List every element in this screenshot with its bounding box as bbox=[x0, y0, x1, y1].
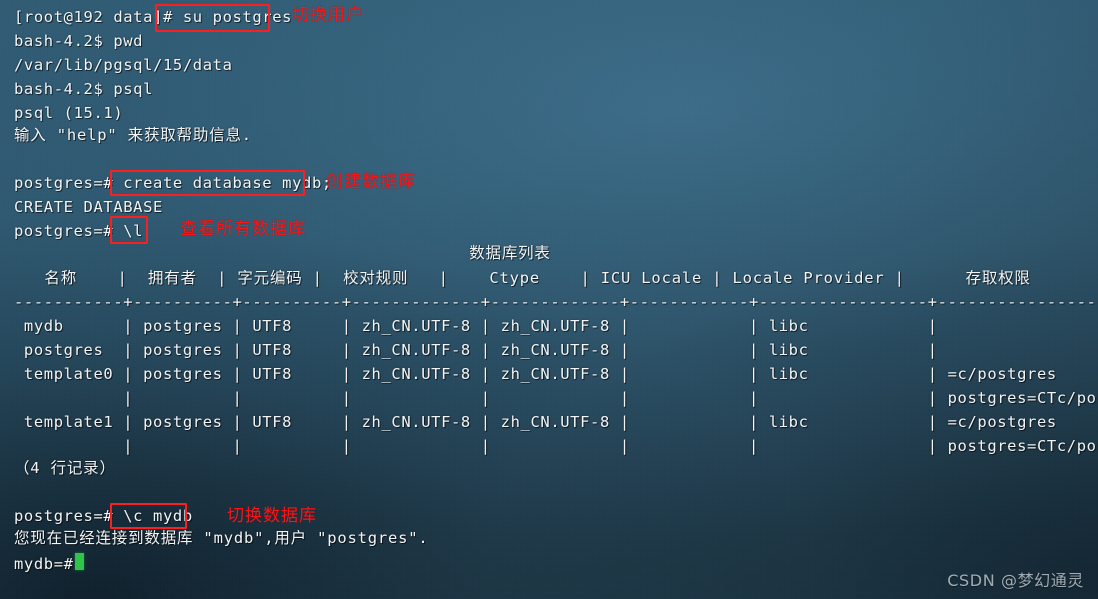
terminal-screenshot: [root@192 data]# su postgres bash-4.2$ p… bbox=[0, 0, 1098, 599]
table-row: postgres | postgres | UTF8 | zh_CN.UTF-8… bbox=[14, 341, 938, 359]
table-header-row: 名称 | 拥有者 | 字元编码 | 校对规则 | Ctype | ICU Loc… bbox=[14, 269, 1031, 287]
terminal-line: psql (15.1) bbox=[14, 104, 124, 122]
table-row: | | | | | | | postgres=CTc/postgres bbox=[14, 389, 1098, 407]
table-row: mydb | postgres | UTF8 | zh_CN.UTF-8 | z… bbox=[14, 317, 938, 335]
table-separator-row: -----------+----------+----------+------… bbox=[14, 293, 1098, 311]
terminal-output-area[interactable]: [root@192 data]# su postgres bash-4.2$ p… bbox=[0, 0, 1098, 599]
table-row: template0 | postgres | UTF8 | zh_CN.UTF-… bbox=[14, 365, 1098, 383]
annotation-list-databases: 查看所有数据库 bbox=[180, 219, 306, 239]
terminal-line: [root@192 data]# su postgres bbox=[14, 8, 293, 26]
table-title: 数据库列表 bbox=[469, 244, 551, 262]
annotation-switch-user: 切换用户 bbox=[292, 5, 364, 25]
table-row: | | | | | | | postgres=CTc/postgres bbox=[14, 437, 1098, 455]
terminal-line: postgres=# create database mydb; bbox=[14, 174, 332, 192]
terminal-line: 输入 "help" 来获取帮助信息. bbox=[14, 126, 252, 144]
terminal-line: 您现在已经连接到数据库 "mydb",用户 "postgres". bbox=[14, 529, 429, 547]
annotation-create-database: 创建数据库 bbox=[326, 172, 416, 192]
terminal-line: postgres=# \c mydb bbox=[14, 507, 193, 525]
row-count-label: （4 行记录） bbox=[14, 459, 116, 477]
annotation-switch-database: 切换数据库 bbox=[227, 506, 317, 526]
terminal-line: postgres=# \l bbox=[14, 222, 144, 240]
terminal-prompt: mydb=# bbox=[14, 555, 74, 573]
table-row: template1 | postgres | UTF8 | zh_CN.UTF-… bbox=[14, 413, 1098, 431]
watermark: CSDN @梦幻通灵 bbox=[947, 571, 1084, 590]
terminal-line: bash-4.2$ psql bbox=[14, 80, 154, 98]
terminal-line: /var/lib/pgsql/15/data bbox=[14, 56, 233, 74]
terminal-line: bash-4.2$ pwd bbox=[14, 32, 144, 50]
text-cursor bbox=[75, 553, 84, 570]
terminal-line: CREATE DATABASE bbox=[14, 198, 163, 216]
